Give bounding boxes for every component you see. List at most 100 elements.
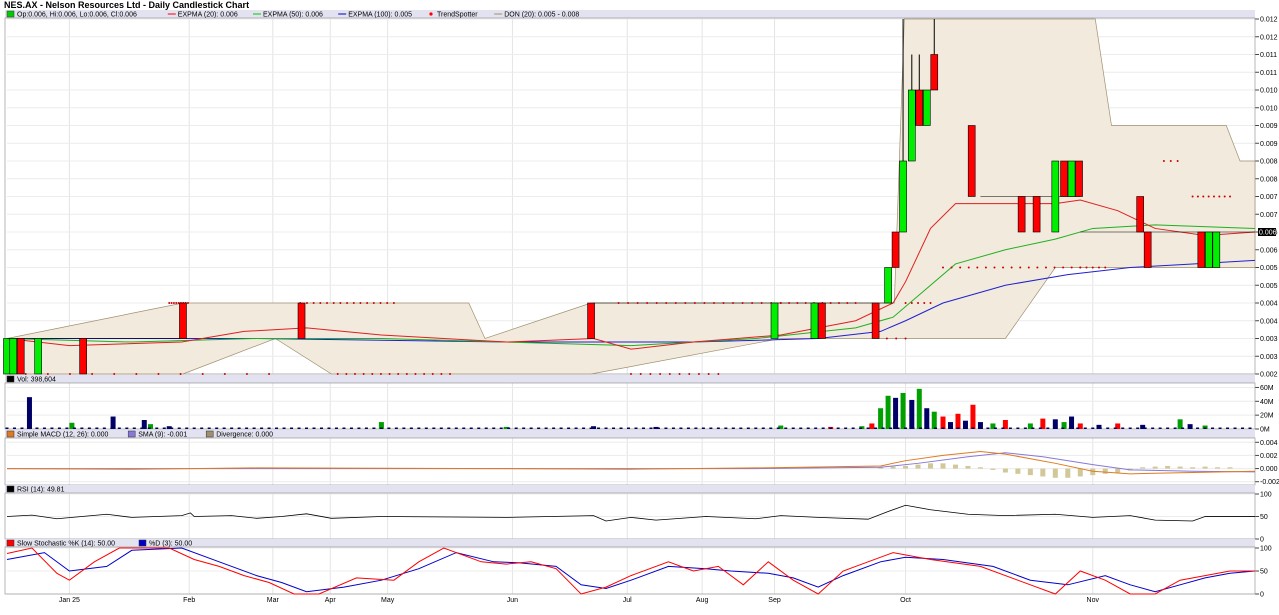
volume-bar: [814, 427, 818, 429]
trendspotter-dot: [838, 302, 840, 304]
trendspotter-dot: [779, 302, 782, 304]
trendspotter-dot: [668, 373, 671, 375]
candle-down: [915, 89, 924, 126]
trendspotter-dot: [1104, 266, 1107, 269]
candle-down: [1017, 196, 1026, 233]
trendspotter-dot: [1223, 195, 1226, 198]
rsi-axis-label: 0: [1260, 537, 1264, 544]
trendspotter-dot: [665, 302, 668, 304]
candle-down: [16, 338, 25, 375]
volume-bar: [237, 427, 241, 429]
chart-canvas[interactable]: 0.012 0.012 0.011 0.011 0.010 0.010 0.009 0.009…: [0, 0, 1279, 615]
volume-bar: [529, 427, 533, 429]
volume-bar: [878, 408, 884, 429]
trendspotter-dot: [440, 373, 443, 375]
trendspotter-dot: [712, 302, 715, 304]
trendspotter-dot: [1162, 160, 1165, 162]
price-axis-label: 0.011: [1260, 52, 1277, 59]
volume-bar: [963, 427, 967, 429]
volume-bar: [1188, 427, 1192, 429]
candle-down: [1197, 231, 1206, 268]
macd-legend-label: Simple MACD (12, 26): 0.000: [17, 432, 109, 439]
divergence-bar: [990, 468, 996, 470]
volume-bar: [522, 427, 526, 429]
volume-bar: [746, 427, 750, 429]
volume-bar: [970, 404, 976, 429]
trendspotter-dot: [268, 373, 271, 375]
trendspotter-dot: [1044, 266, 1047, 269]
legend-swatch: [127, 430, 136, 438]
price-axis-label: 0.005: [1260, 283, 1278, 290]
divergence-bar: [928, 463, 934, 469]
x-axis-label: Jan 25: [59, 597, 80, 604]
volume-bar: [1158, 427, 1162, 429]
legend-swatch: [6, 539, 15, 547]
volume-bar: [1031, 427, 1035, 429]
divergence-bar: [1102, 468, 1108, 474]
volume-bar: [95, 427, 99, 429]
candle-down: [79, 338, 87, 375]
volume-bar: [349, 427, 353, 429]
volume-bar: [1001, 427, 1005, 429]
candle-up: [1051, 160, 1060, 233]
volume-bar: [754, 427, 758, 429]
volume-bar: [439, 427, 443, 429]
volume-bar: [200, 427, 204, 429]
trendspotter-dot: [1002, 266, 1005, 269]
volume-bar: [597, 427, 601, 429]
volume-bar: [327, 427, 331, 429]
volume-bar: [1046, 427, 1050, 429]
trendspotter-dot: [201, 373, 204, 375]
volume-axis-label: 40M: [1260, 399, 1274, 406]
volume-bar: [739, 427, 743, 429]
legend-swatch: [429, 12, 433, 16]
price-axis-label: 0.010: [1260, 105, 1278, 112]
trendspotter-dot: [1062, 266, 1065, 269]
rsi-legend-bar: [5, 485, 1255, 493]
volume-bar: [1113, 427, 1117, 429]
trendspotter-dot: [175, 302, 178, 304]
volume-bar: [290, 427, 294, 429]
trendspotter-dot: [449, 373, 452, 375]
price-axis-label: 0.012: [1260, 17, 1278, 24]
x-axis-label: Sep: [768, 597, 781, 604]
price-axis-label: 0.008: [1260, 176, 1278, 183]
volume-bar: [192, 427, 196, 429]
volume-bar: [900, 393, 906, 429]
volume-bar: [5, 427, 9, 429]
volume-bar: [1038, 427, 1042, 429]
volume-bar: [889, 427, 893, 429]
volume-bar: [634, 427, 638, 429]
trendspotter-dot: [423, 373, 426, 375]
trendspotter-dot: [336, 373, 339, 375]
candle-down: [1032, 196, 1041, 233]
trendspotter-dot: [617, 302, 620, 304]
trendspotter-dot: [649, 373, 652, 375]
volume-bar: [1106, 427, 1110, 429]
candle-up: [9, 338, 18, 375]
volume-bar: [364, 427, 368, 429]
candle-down: [1060, 160, 1068, 197]
divergence-bar: [1015, 468, 1021, 474]
trendspotter-dot: [674, 302, 677, 304]
trendspotter-dot: [639, 373, 642, 375]
candle-up: [34, 338, 43, 375]
trendspotter-dot: [717, 373, 720, 375]
volume-bar: [679, 427, 683, 429]
trendspotter-dot: [346, 302, 349, 304]
volume-bar: [986, 427, 990, 429]
volume-legend-bar: [5, 375, 1255, 383]
volume-bar: [919, 427, 923, 429]
divergence-bar: [890, 466, 896, 469]
volume-bar: [552, 427, 556, 429]
x-axis-label: Mar: [267, 597, 280, 604]
volume-bar: [1121, 427, 1125, 429]
trendspotter-dot: [332, 302, 335, 304]
volume-bar: [507, 427, 511, 429]
trendspotter-dot: [1196, 195, 1199, 198]
candle-down: [930, 54, 939, 91]
volume-bar: [829, 427, 833, 429]
price-axis-label: 0.005: [1260, 265, 1278, 272]
volume-bar: [1068, 427, 1072, 429]
stoch-legend-label: %D (3): 50.00: [149, 541, 192, 548]
